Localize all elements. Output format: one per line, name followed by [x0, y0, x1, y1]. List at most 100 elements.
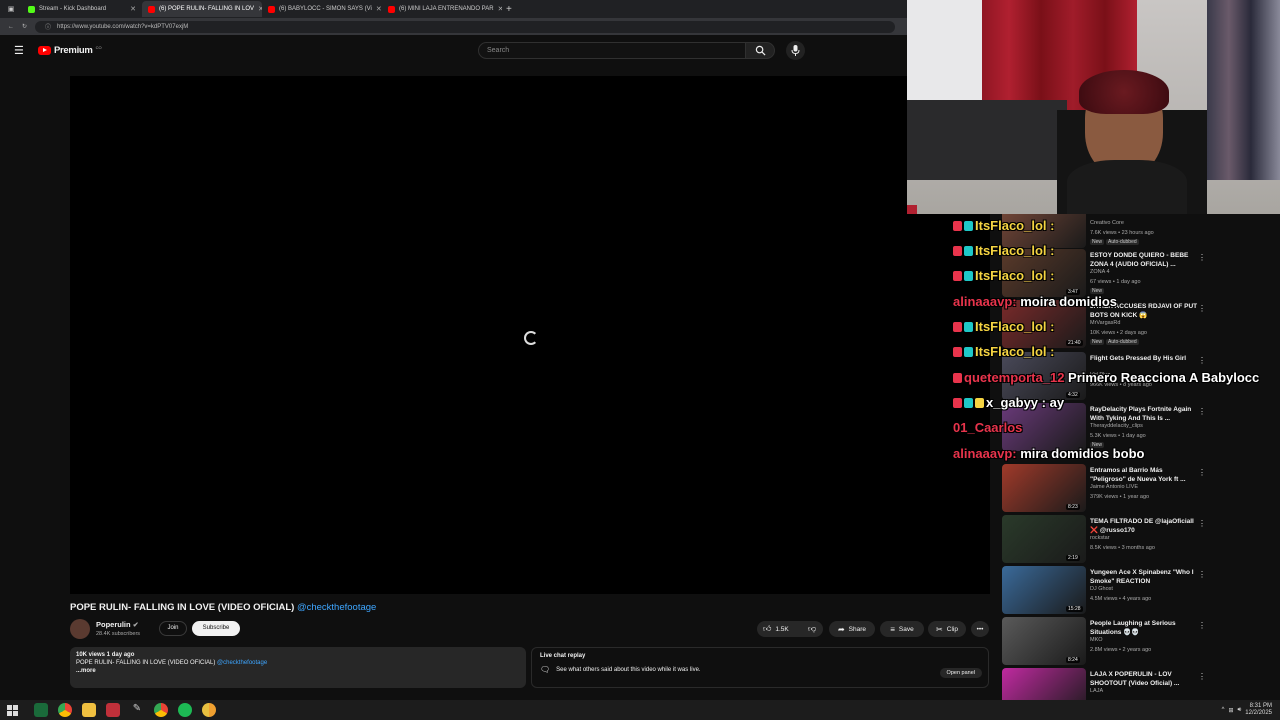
like-button[interactable]: 👍︎ 1.5K — [757, 621, 801, 637]
spotify-icon[interactable] — [178, 703, 192, 717]
chat-message: alinaaavp: moira domidios — [953, 294, 1117, 309]
recommendation-channel: MrVargasRd — [1090, 320, 1121, 326]
recommendation-meta: 2.8M views • 2 years ago — [1090, 647, 1152, 653]
recommendation-channel: Jaime Antonio LIVE — [1090, 484, 1139, 490]
save-button[interactable]: ≡ Save — [880, 621, 924, 637]
clip-button[interactable]: ✂ Clip — [928, 621, 966, 637]
recommendation-channel: Creativo Core — [1090, 220, 1124, 226]
chat-separator: : — [1046, 218, 1055, 233]
youtube-logo[interactable]: Premium CO — [38, 45, 102, 56]
channel-name[interactable]: Poperulin ✔ — [96, 620, 139, 629]
youtube-play-icon — [38, 46, 51, 55]
scissors-icon: ✂ — [936, 624, 943, 634]
chrome-canary-icon[interactable] — [202, 703, 216, 717]
shelf-right — [1207, 0, 1280, 180]
video-title: POPE RULIN- FALLING IN LOVE (VIDEO OFICI… — [70, 602, 376, 613]
webcam-overlay — [907, 0, 1280, 214]
join-button[interactable]: Join — [159, 621, 187, 636]
recommendation-item[interactable]: Yungeen Ace X Spinabenz "Who I Smoke" RE… — [1002, 566, 1206, 616]
voice-search-button[interactable] — [786, 41, 805, 60]
tab-kick-dashboard[interactable]: Stream - Kick Dashboard ✕ — [22, 1, 142, 17]
reload-icon[interactable]: ↻ — [22, 23, 27, 30]
chrome-icon[interactable] — [58, 703, 72, 717]
site-info-icon[interactable]: ⓘ — [45, 22, 51, 31]
back-icon[interactable]: ← — [8, 24, 14, 30]
network-icon[interactable]: ⊞ — [1228, 707, 1233, 714]
terminal-icon[interactable] — [34, 703, 48, 717]
streamer-body — [1067, 160, 1187, 214]
pen-tool-icon[interactable]: ✎ — [130, 703, 144, 717]
search-placeholder: Search — [487, 47, 510, 54]
hamburger-menu-icon[interactable]: ☰ — [14, 44, 24, 57]
tab-mini-laja[interactable]: (6) MINI LAJA ENTRENANDO PAR ✕ — [382, 1, 502, 17]
recommendation-title: Yungeen Ace X Spinabenz "Who I Smoke" RE… — [1090, 569, 1194, 585]
microphone-icon — [791, 45, 800, 56]
video-title-handle-link[interactable]: @checkthefootage — [297, 602, 376, 613]
file-explorer-icon[interactable] — [82, 703, 96, 717]
more-vertical-icon[interactable]: ⋮ — [1198, 356, 1206, 365]
open-panel-button[interactable]: Open panel — [939, 668, 982, 678]
chat-message: quetemporta_12 Primero Reacciona A Babyl… — [953, 370, 1259, 385]
recommendation-title: People Laughing at Serious Situations 💀💀 — [1090, 620, 1176, 636]
auto-dubbed-badge: Auto-dubbed — [1106, 239, 1139, 245]
windows-taskbar: ✎ ^ ⊞ 🔊︎ 8:31 PM 12/2/2025 — [0, 700, 1280, 720]
new-tab-button[interactable]: + — [506, 4, 512, 15]
chat-badge-icon — [953, 373, 962, 383]
chrome-icon-2[interactable] — [154, 703, 168, 717]
recommendation-title: TEMA FILTRADO DE @lajaOficiall ❌ @russo1… — [1090, 518, 1194, 534]
more-vertical-icon[interactable]: ⋮ — [1198, 570, 1206, 579]
search-input[interactable]: Search — [478, 42, 746, 59]
search-icon — [755, 45, 766, 56]
avatar[interactable] — [70, 619, 90, 639]
chat-message: x_gabyy : ay — [953, 395, 1064, 410]
tab-babylocc[interactable]: (6) BABYLOCC - SIMON SAYS (Vi ✕ — [262, 1, 382, 17]
dislike-button[interactable]: 👎︎ — [801, 621, 823, 637]
tab-label: Stream - Kick Dashboard — [39, 6, 107, 12]
live-chat-replay-panel: Live chat replay 🗨︎ See what others said… — [531, 647, 989, 688]
more-actions-button[interactable]: ••• — [971, 621, 989, 637]
window-menu-icon[interactable]: ▣ — [0, 5, 22, 13]
more-vertical-icon[interactable]: ⋮ — [1198, 407, 1206, 416]
chat-separator: : — [1046, 243, 1055, 258]
chat-message: ItsFlaco_lol : — [953, 218, 1054, 233]
tab-label: (6) BABYLOCC - SIMON SAYS (Vi — [279, 6, 372, 12]
chat-badge-icon — [964, 322, 973, 332]
clock[interactable]: 8:31 PM 12/2/2025 — [1245, 703, 1272, 717]
more-vertical-icon[interactable]: ⋮ — [1198, 621, 1206, 630]
tab-pope-rulin[interactable]: (6) POPE RULIN- FALLING IN LOV ✕ — [142, 1, 262, 17]
video-duration: 4:32 — [1066, 392, 1080, 398]
more-vertical-icon[interactable]: ⋮ — [1198, 253, 1206, 262]
recommendation-item[interactable]: TEMA FILTRADO DE @lajaOficiall ❌ @russo1… — [1002, 515, 1206, 565]
more-vertical-icon[interactable]: ⋮ — [1198, 468, 1206, 477]
description-box[interactable]: 10K views 1 day ago POPE RULIN- FALLING … — [70, 647, 526, 688]
volume-icon[interactable]: 🔊︎ — [1238, 707, 1242, 714]
recommendation-title: LAJA X POPERULIN - LOV SHOOTOUT (Video O… — [1090, 671, 1180, 687]
app-red-icon[interactable] — [106, 703, 120, 717]
description-line: POPE RULIN- FALLING IN LOVE (VIDEO OFICI… — [76, 660, 268, 666]
url-bar[interactable]: ⓘ https://www.youtube.com/watch?v=kdPTV0… — [35, 20, 896, 33]
share-button[interactable]: ➦ Share — [829, 621, 875, 637]
show-more-link[interactable]: ...more — [76, 668, 520, 674]
chat-bubble-icon: 🗨︎ — [540, 665, 551, 674]
search-button[interactable] — [745, 42, 775, 59]
recommendation-item[interactable]: Entramos al Barrio Más "Peligroso" de Nu… — [1002, 464, 1206, 514]
chevron-up-icon[interactable]: ^ — [1222, 707, 1225, 713]
time: 8:31 PM — [1249, 703, 1272, 709]
chat-message: ItsFlaco_lol : — [953, 319, 1054, 334]
subscribe-button[interactable]: Subscribe — [192, 621, 240, 636]
more-vertical-icon[interactable]: ⋮ — [1198, 672, 1206, 681]
logo-country: CO — [95, 45, 102, 50]
recommendation-item[interactable]: People Laughing at Serious Situations 💀💀… — [1002, 617, 1206, 667]
close-icon[interactable]: ✕ — [130, 5, 136, 13]
more-vertical-icon[interactable]: ⋮ — [1198, 304, 1206, 313]
close-icon[interactable]: ✕ — [376, 5, 382, 13]
chat-username: x_gabyy — [986, 395, 1039, 410]
more-vertical-icon[interactable]: ⋮ — [1198, 519, 1206, 528]
windows-start-icon[interactable] — [7, 704, 18, 716]
recommendation-title: Flight Gets Pressed By His Girl — [1090, 355, 1187, 362]
close-icon[interactable]: ✕ — [498, 5, 502, 13]
streamer-bonnet — [1079, 70, 1169, 114]
description-handle-link[interactable]: @checkthefootage — [217, 660, 267, 666]
video-duration: 21:40 — [1066, 340, 1083, 346]
recommendation-meta: 5.3K views • 1 day ago — [1090, 433, 1146, 439]
